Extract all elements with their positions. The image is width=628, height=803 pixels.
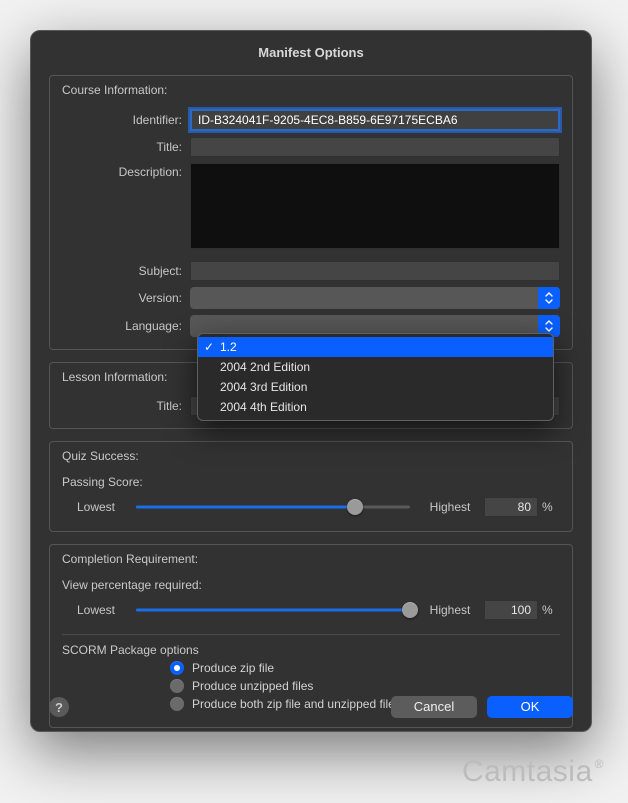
dialog-title: Manifest Options [31, 31, 591, 75]
percent-label: % [542, 500, 560, 514]
version-label: Version: [62, 291, 182, 305]
passing-score-label: Passing Score: [62, 475, 560, 489]
description-textarea[interactable] [190, 163, 560, 249]
slider-highest-label: Highest [416, 603, 484, 617]
version-option-2004-3rd[interactable]: 2004 3rd Edition [198, 377, 553, 397]
manifest-options-dialog: Manifest Options Course Information: Ide… [30, 30, 592, 732]
language-label: Language: [62, 319, 182, 333]
radio-label: Produce zip file [192, 661, 274, 675]
description-label: Description: [62, 163, 182, 179]
passing-score-slider[interactable] [136, 497, 410, 517]
radio-icon [170, 661, 184, 675]
identifier-label: Identifier: [62, 113, 182, 127]
view-percentage-slider[interactable] [136, 600, 410, 620]
course-info-label: Course Information: [58, 83, 171, 97]
subject-label: Subject: [62, 264, 182, 278]
quiz-success-label: Quiz Success: [58, 449, 143, 463]
lesson-info-label: Lesson Information: [58, 370, 171, 384]
version-option-2004-4th[interactable]: 2004 4th Edition [198, 397, 553, 417]
cancel-button[interactable]: Cancel [391, 696, 477, 718]
view-pct-label: View percentage required: [62, 578, 560, 592]
check-icon: ✓ [204, 337, 214, 357]
course-info-group: Course Information: Identifier: Title: D… [49, 75, 573, 350]
view-percentage-input[interactable] [484, 600, 538, 620]
radio-produce-zip[interactable]: Produce zip file [170, 661, 560, 675]
version-option-1-2[interactable]: ✓ 1.2 [198, 337, 553, 357]
version-select[interactable] [190, 287, 560, 309]
version-dropdown-open[interactable]: ✓ 1.2 2004 2nd Edition 2004 3rd Edition … [197, 333, 554, 421]
course-title-input[interactable] [190, 137, 560, 157]
quiz-success-group: Quiz Success: Passing Score: Lowest High… [49, 441, 573, 532]
slider-lowest-label: Lowest [62, 500, 130, 514]
slider-highest-label: Highest [416, 500, 484, 514]
subject-input[interactable] [190, 261, 560, 281]
help-button[interactable]: ? [49, 697, 69, 717]
course-title-label: Title: [62, 140, 182, 154]
completion-label: Completion Requirement: [58, 552, 202, 566]
lesson-title-label: Title: [62, 399, 182, 413]
camtasia-watermark: Camtasia® [462, 755, 604, 789]
version-option-2004-2nd[interactable]: 2004 2nd Edition [198, 357, 553, 377]
identifier-input[interactable] [190, 109, 560, 131]
slider-thumb[interactable] [402, 602, 418, 618]
dialog-footer: ? Cancel OK [31, 683, 591, 731]
slider-lowest-label: Lowest [62, 603, 130, 617]
chevron-updown-icon [538, 287, 560, 309]
passing-score-input[interactable] [484, 497, 538, 517]
scorm-options-label: SCORM Package options [62, 643, 560, 657]
slider-thumb[interactable] [347, 499, 363, 515]
percent-label: % [542, 603, 560, 617]
ok-button[interactable]: OK [487, 696, 573, 718]
